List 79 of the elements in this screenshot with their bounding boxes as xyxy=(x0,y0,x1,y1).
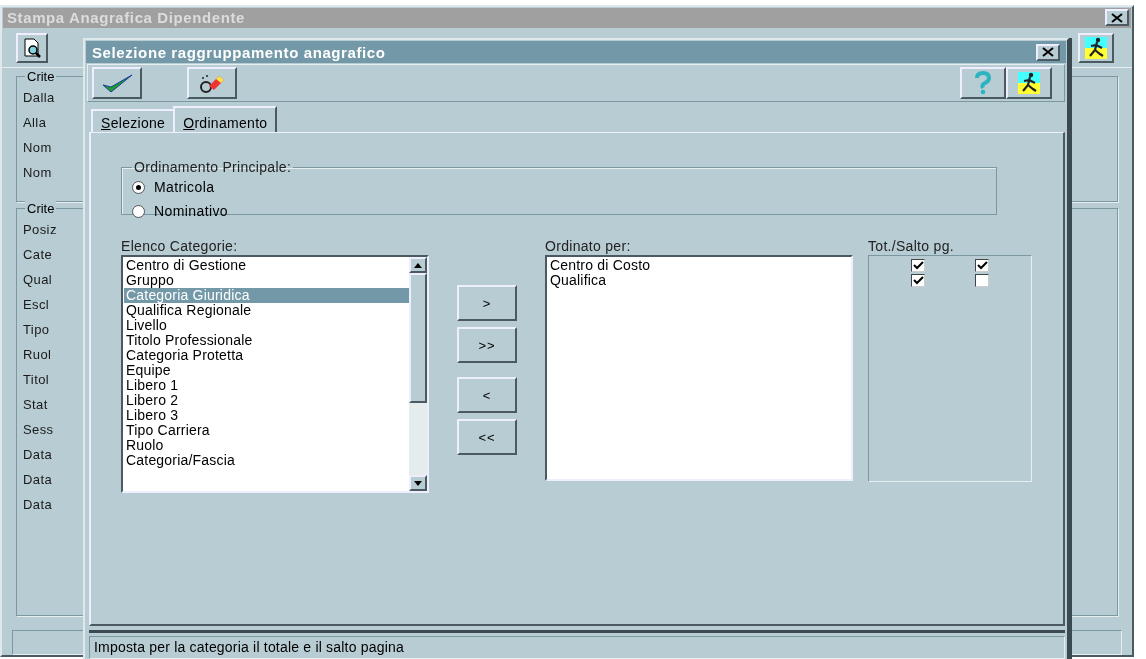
close-icon xyxy=(1042,47,1054,57)
check-icon xyxy=(912,261,924,270)
checkbox[interactable] xyxy=(911,259,925,272)
close-button[interactable] xyxy=(1105,9,1129,27)
radio-button[interactable] xyxy=(132,204,145,218)
list-item[interactable]: Tipo Carriera xyxy=(124,423,409,438)
column-label: Tot./Salto pg. xyxy=(868,239,955,253)
move-button[interactable]: >> xyxy=(457,327,517,363)
question-mark-icon xyxy=(974,71,992,95)
checkmark-icon xyxy=(100,72,134,94)
check-icon xyxy=(976,261,988,270)
tab[interactable]: Selezione xyxy=(91,109,176,132)
field-label: Ruol xyxy=(23,346,52,365)
running-figure-icon xyxy=(1018,72,1040,94)
page-magnifier-icon xyxy=(22,38,42,59)
radio-button[interactable] xyxy=(132,180,145,194)
scroll-down-button[interactable] xyxy=(409,475,427,491)
exit-button[interactable] xyxy=(1006,67,1052,99)
list-label: Elenco Categorie: xyxy=(121,239,239,253)
list-item[interactable]: Libero 3 xyxy=(124,408,409,423)
checkbox[interactable] xyxy=(911,274,925,287)
running-figure-icon xyxy=(1085,37,1107,60)
field-label: Alla xyxy=(23,114,47,133)
field-label: Stat xyxy=(23,396,48,415)
group-legend: Ordinamento Principale: xyxy=(132,159,294,175)
list-item[interactable]: Qualifica xyxy=(548,273,851,288)
list-item[interactable]: Libero 2 xyxy=(124,393,409,408)
scroll-up-button[interactable] xyxy=(409,257,427,273)
list-item[interactable]: Equipe xyxy=(124,363,409,378)
radio-label: Nominativo xyxy=(154,203,229,219)
field-label: Data xyxy=(23,446,53,465)
list-item[interactable]: Libero 1 xyxy=(124,378,409,393)
move-button[interactable]: << xyxy=(457,419,517,455)
list-item[interactable]: Categoria/Fascia xyxy=(124,453,409,468)
ordered-list[interactable]: Centro di Costo Qualifica xyxy=(545,255,853,481)
clear-button[interactable] xyxy=(187,67,237,99)
field-label: Nom xyxy=(23,164,52,183)
field-label: Escl xyxy=(23,296,50,315)
field-label: Sess xyxy=(23,421,54,440)
dialog-title: Selezione raggruppamento anagrafico xyxy=(92,43,387,61)
checkbox[interactable] xyxy=(975,274,989,287)
field-label: Data xyxy=(23,496,53,515)
close-button[interactable] xyxy=(1036,43,1060,61)
close-icon xyxy=(1111,12,1123,23)
down-arrow-icon xyxy=(414,480,422,486)
scroll-thumb[interactable] xyxy=(409,273,427,403)
exit-button[interactable] xyxy=(1078,33,1114,64)
list-item[interactable]: Categoria Protetta xyxy=(124,348,409,363)
field-label: Qual xyxy=(23,271,53,290)
field-label: Dalla xyxy=(23,89,55,108)
list-item[interactable]: Ruolo xyxy=(124,438,409,453)
list-item[interactable]: Centro di Gestione xyxy=(124,258,409,273)
eraser-icon xyxy=(199,72,225,94)
checkbox[interactable] xyxy=(975,259,989,272)
help-button[interactable] xyxy=(960,67,1006,99)
status-bar: Imposta per la categoria il totale e il salto pagina xyxy=(89,636,1065,659)
field-label: Tipo xyxy=(23,321,50,340)
category-list[interactable]: Centro di Gestione Gruppo Categoria Giuridica Qualifica Regionale Livello Titolo Professionale Categoria Protetta Equipe Libero 1 Libero 2 Libero 3 Tipo Carriera Ruolo Categoria/Fascia xyxy=(121,255,429,493)
move-button[interactable]: < xyxy=(457,377,517,413)
list-item[interactable]: Titolo Professionale xyxy=(124,333,409,348)
list-item[interactable]: Centro di Costo xyxy=(548,258,851,273)
field-label: Posiz xyxy=(23,221,57,240)
window-title: Stampa Anagrafica Dipendente xyxy=(7,9,246,27)
list-item[interactable]: Qualifica Regionale xyxy=(124,303,409,318)
tab[interactable]: Ordinamento xyxy=(173,106,278,132)
field-label: Cate xyxy=(23,246,53,265)
confirm-button[interactable] xyxy=(92,67,142,99)
list-label: Ordinato per: xyxy=(545,239,632,253)
check-icon xyxy=(912,276,924,285)
radio-label: Matricola xyxy=(154,179,215,195)
scrollbar[interactable] xyxy=(409,257,427,491)
field-label: Data xyxy=(23,471,53,490)
field-label: Titol xyxy=(23,371,50,390)
preview-button[interactable] xyxy=(16,33,48,64)
list-item[interactable]: Gruppo xyxy=(124,273,409,288)
list-item[interactable]: Livello xyxy=(124,318,409,333)
move-button[interactable]: > xyxy=(457,285,517,321)
up-arrow-icon xyxy=(414,262,422,268)
field-label: Nom xyxy=(23,139,52,158)
